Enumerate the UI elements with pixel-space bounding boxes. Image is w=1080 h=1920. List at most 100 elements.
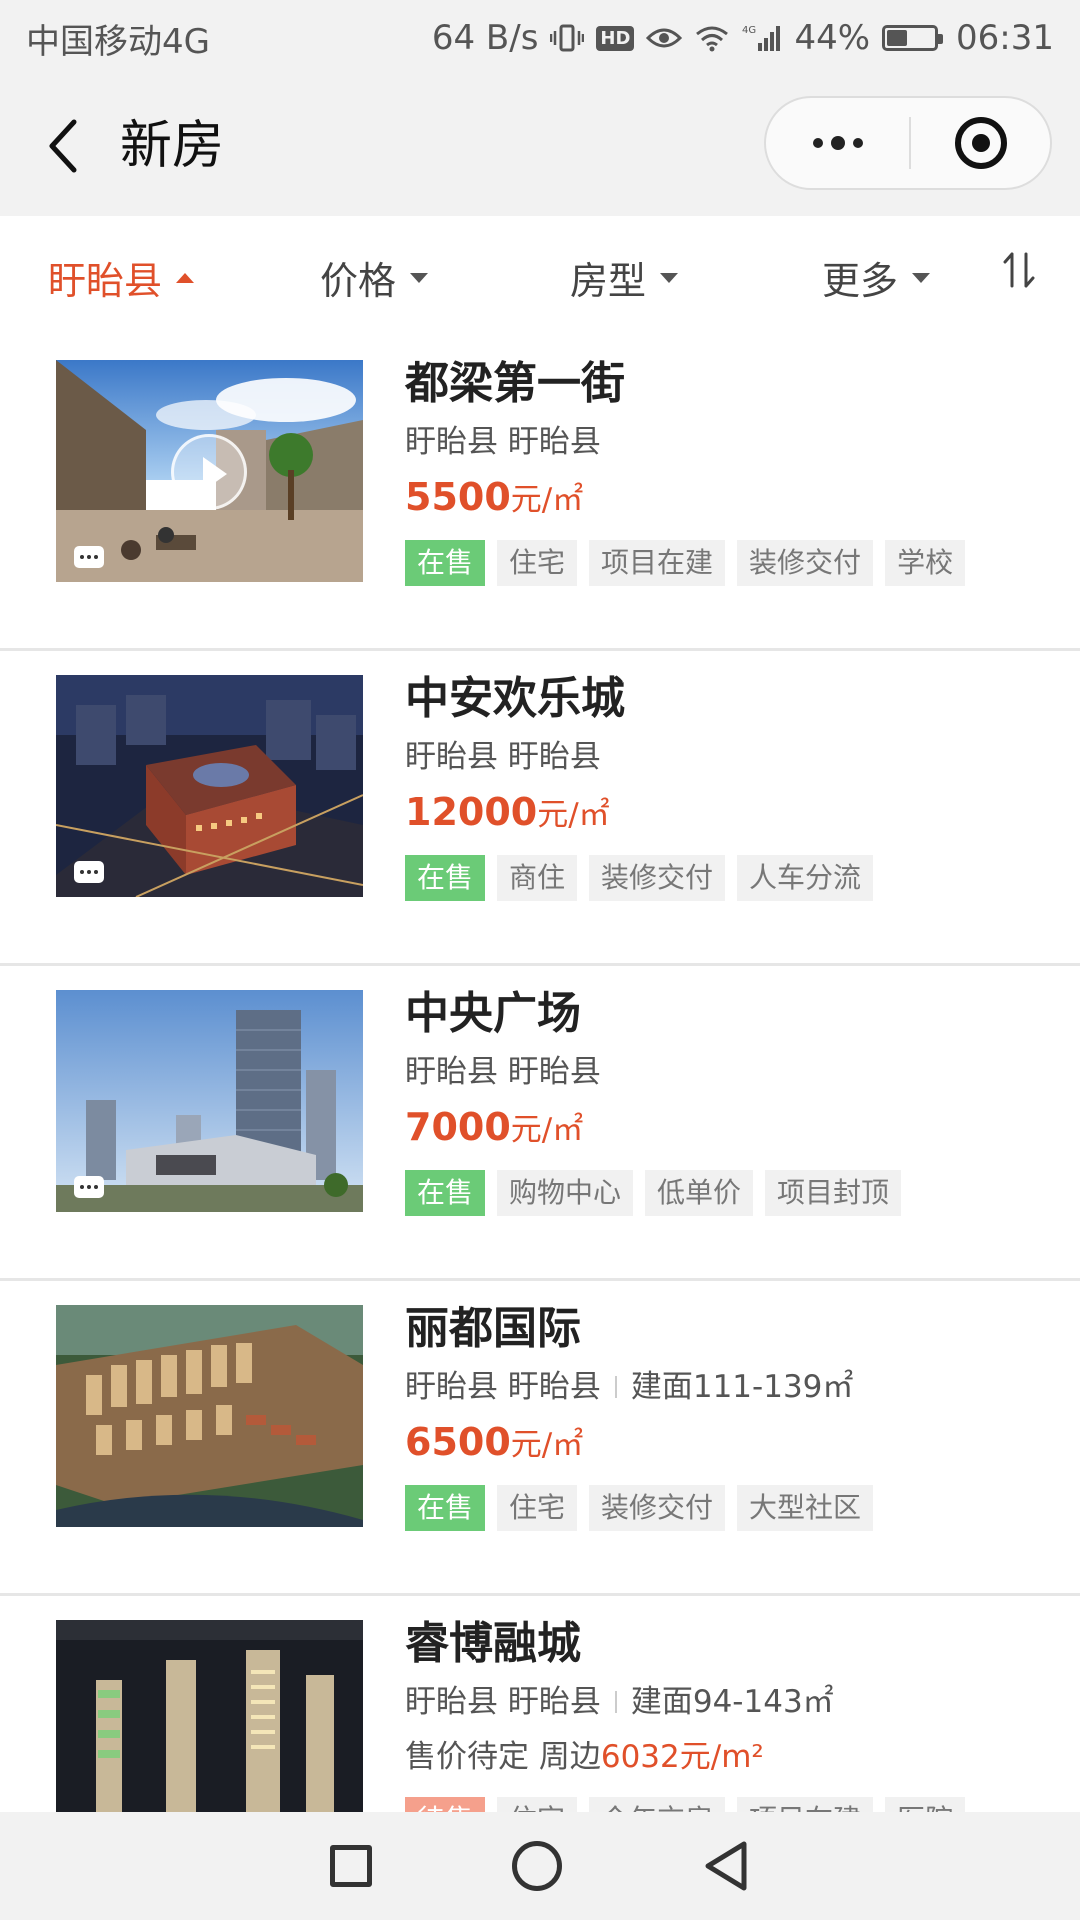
price-value: 12000 — [405, 790, 538, 834]
feature-tag: 装修交付 — [589, 1485, 726, 1531]
feature-tag: 项目封顶 — [765, 1170, 902, 1216]
filter-price[interactable]: 价格 — [320, 250, 429, 305]
more-dot — [830, 136, 845, 150]
listing-tags: 在售 商住 装修交付 人车分流 — [405, 855, 1065, 901]
location-text: 盱眙县 盱眙县 — [405, 424, 601, 460]
listing-item[interactable]: 丽都国际 盱眙县 盱眙县 建面111-139㎡ 6500元/㎡ 在售 住宅 装修交… — [0, 1281, 1080, 1596]
feature-tag: 商住 — [497, 855, 578, 901]
listing-name: 睿博融城 — [405, 1618, 581, 1669]
location-text: 盱眙县 盱眙县 — [405, 1684, 601, 1720]
listing-list: 都梁第一街 盱眙县 盱眙县 5500元/㎡ 在售 住宅 项目在建 装修交付 学校 — [0, 336, 1080, 1812]
sort-button[interactable] — [1002, 250, 1036, 299]
feature-tag: 装修交付 — [737, 540, 874, 586]
model-towers-photo — [56, 1620, 363, 1812]
listing-tags: 在售 住宅 装修交付 大型社区 — [405, 1485, 1065, 1531]
feature-tag: 学校 — [885, 540, 966, 586]
home-icon[interactable] — [512, 1841, 562, 1891]
price-unit: 元/㎡ — [510, 1427, 584, 1463]
filter-room-type-label: 房型 — [570, 259, 647, 303]
feature-tag: 住宅 — [497, 1797, 578, 1812]
caret-up-icon — [176, 272, 195, 283]
page-title: 新房 — [120, 116, 225, 176]
listing-name: 丽都国际 — [405, 1303, 581, 1354]
filter-region[interactable]: 盱眙县 — [48, 250, 195, 305]
signal-icon: 4G — [742, 23, 782, 53]
caret-down-icon — [410, 272, 429, 283]
listing-price: 7000元/㎡ — [405, 1100, 1065, 1162]
chat-icon — [74, 546, 104, 568]
listing-info: 都梁第一街 盱眙县 盱眙县 5500元/㎡ 在售 住宅 项目在建 装修交付 学校 — [405, 356, 1065, 586]
separator — [614, 1691, 617, 1713]
system-nav-bar — [0, 1812, 1080, 1920]
listing-location: 盱眙县 盱眙县 — [405, 735, 1065, 779]
listing-price: 12000元/㎡ — [405, 785, 1065, 847]
feature-tag: 人车分流 — [737, 855, 874, 901]
listing-thumbnail[interactable] — [56, 1305, 363, 1527]
recent-apps-icon[interactable] — [330, 1845, 372, 1887]
more-button[interactable] — [766, 98, 909, 188]
filter-region-label: 盱眙县 — [48, 259, 163, 303]
feature-tag: 住宅 — [497, 540, 578, 586]
play-video-button[interactable] — [171, 434, 247, 510]
eye-icon — [646, 25, 683, 51]
filter-more-label: 更多 — [822, 259, 899, 303]
listing-thumbnail[interactable] — [56, 990, 363, 1212]
listing-location: 盱眙县 盱眙县 建面94-143㎡ — [405, 1680, 1065, 1724]
listing-location: 盱眙县 盱眙县 — [405, 420, 1065, 464]
listing-name: 都梁第一街 — [405, 358, 625, 409]
filter-bar: 盱眙县 价格 房型 更多 — [0, 216, 1080, 336]
location-text: 盱眙县 盱眙县 — [405, 1369, 601, 1405]
listing-thumbnail[interactable] — [56, 675, 363, 897]
listing-info: 丽都国际 盱眙县 盱眙县 建面111-139㎡ 6500元/㎡ 在售 住宅 装修交… — [405, 1301, 1065, 1531]
listing-item[interactable]: 中安欢乐城 盱眙县 盱眙县 12000元/㎡ 在售 商住 装修交付 人车分流 — [0, 651, 1080, 966]
sort-icon — [1003, 252, 1035, 288]
filter-price-label: 价格 — [320, 259, 397, 303]
caret-down-icon — [912, 272, 931, 283]
nav-bar: 新房 — [0, 76, 1080, 216]
price-value: 6500 — [405, 1420, 511, 1464]
feature-tag: 装修交付 — [589, 855, 726, 901]
filter-more[interactable]: 更多 — [822, 250, 931, 305]
battery-icon — [882, 25, 944, 51]
more-dot — [852, 138, 863, 148]
back-button[interactable] — [38, 114, 88, 178]
price-unit: 元/㎡ — [537, 797, 610, 833]
price-pending: 售价待定 周边 — [405, 1739, 601, 1775]
feature-tag: 项目在建 — [737, 1797, 874, 1812]
separator — [614, 1376, 617, 1398]
chevron-left-icon — [49, 119, 77, 173]
mini-program-capsule — [764, 96, 1052, 190]
signal-label: 4G — [742, 25, 756, 36]
listing-item[interactable]: 都梁第一街 盱眙县 盱眙县 5500元/㎡ 在售 住宅 项目在建 装修交付 学校 — [0, 336, 1080, 651]
listing-thumbnail[interactable] — [56, 360, 363, 582]
filter-room-type[interactable]: 房型 — [570, 250, 679, 305]
area-text: 建面111-139㎡ — [630, 1369, 854, 1405]
status-badge: 在售 — [405, 855, 486, 901]
location-text: 盱眙县 盱眙县 — [405, 1054, 601, 1090]
carrier-label: 中国移动4G — [26, 21, 210, 62]
listing-name: 中安欢乐城 — [405, 673, 625, 724]
listing-thumbnail[interactable] — [56, 1620, 363, 1812]
listing-name: 中央广场 — [405, 988, 581, 1039]
status-bar: 中国移动4G 64 B/s HD 4G 44% 06:31 — [0, 0, 1080, 76]
clock: 06:31 — [956, 18, 1054, 58]
listing-info: 睿博融城 盱眙县 盱眙县建面94-143㎡ 售价待定 周边6032元/m² 待售… — [405, 1616, 1065, 1812]
listing-tags: 在售 住宅 项目在建 装修交付 学校 — [405, 540, 1065, 586]
listing-info: 中安欢乐城 盱眙县 盱眙县 12000元/㎡ 在售 商住 装修交付 人车分流 — [405, 671, 1065, 901]
listing-location: 盱眙县 盱眙县 建面111-139㎡ — [405, 1365, 1065, 1409]
feature-tag: 住宅 — [497, 1485, 578, 1531]
listing-location: 盱眙县 盱眙县 — [405, 1050, 1065, 1094]
chat-icon — [74, 1176, 104, 1198]
close-mini-program-button[interactable] — [911, 98, 1050, 188]
price-value: 7000 — [405, 1105, 511, 1149]
listing-item[interactable]: 睿博融城 盱眙县 盱眙县建面94-143㎡ 售价待定 周边6032元/m² 待售… — [0, 1596, 1080, 1812]
listing-price: 售价待定 周边6032元/m² — [405, 1730, 1065, 1789]
back-triangle-icon[interactable] — [702, 1841, 750, 1891]
net-speed: 64 B/s — [431, 18, 539, 58]
wifi-icon — [694, 24, 730, 52]
vibrate-icon — [550, 23, 585, 53]
area-text: 建面94-143㎡ — [630, 1684, 834, 1720]
listing-item[interactable]: 中央广场 盱眙县 盱眙县 7000元/㎡ 在售 购物中心 低单价 项目封顶 — [0, 966, 1080, 1281]
hd-icon: HD — [596, 25, 635, 51]
more-dots-icon — [812, 138, 823, 148]
